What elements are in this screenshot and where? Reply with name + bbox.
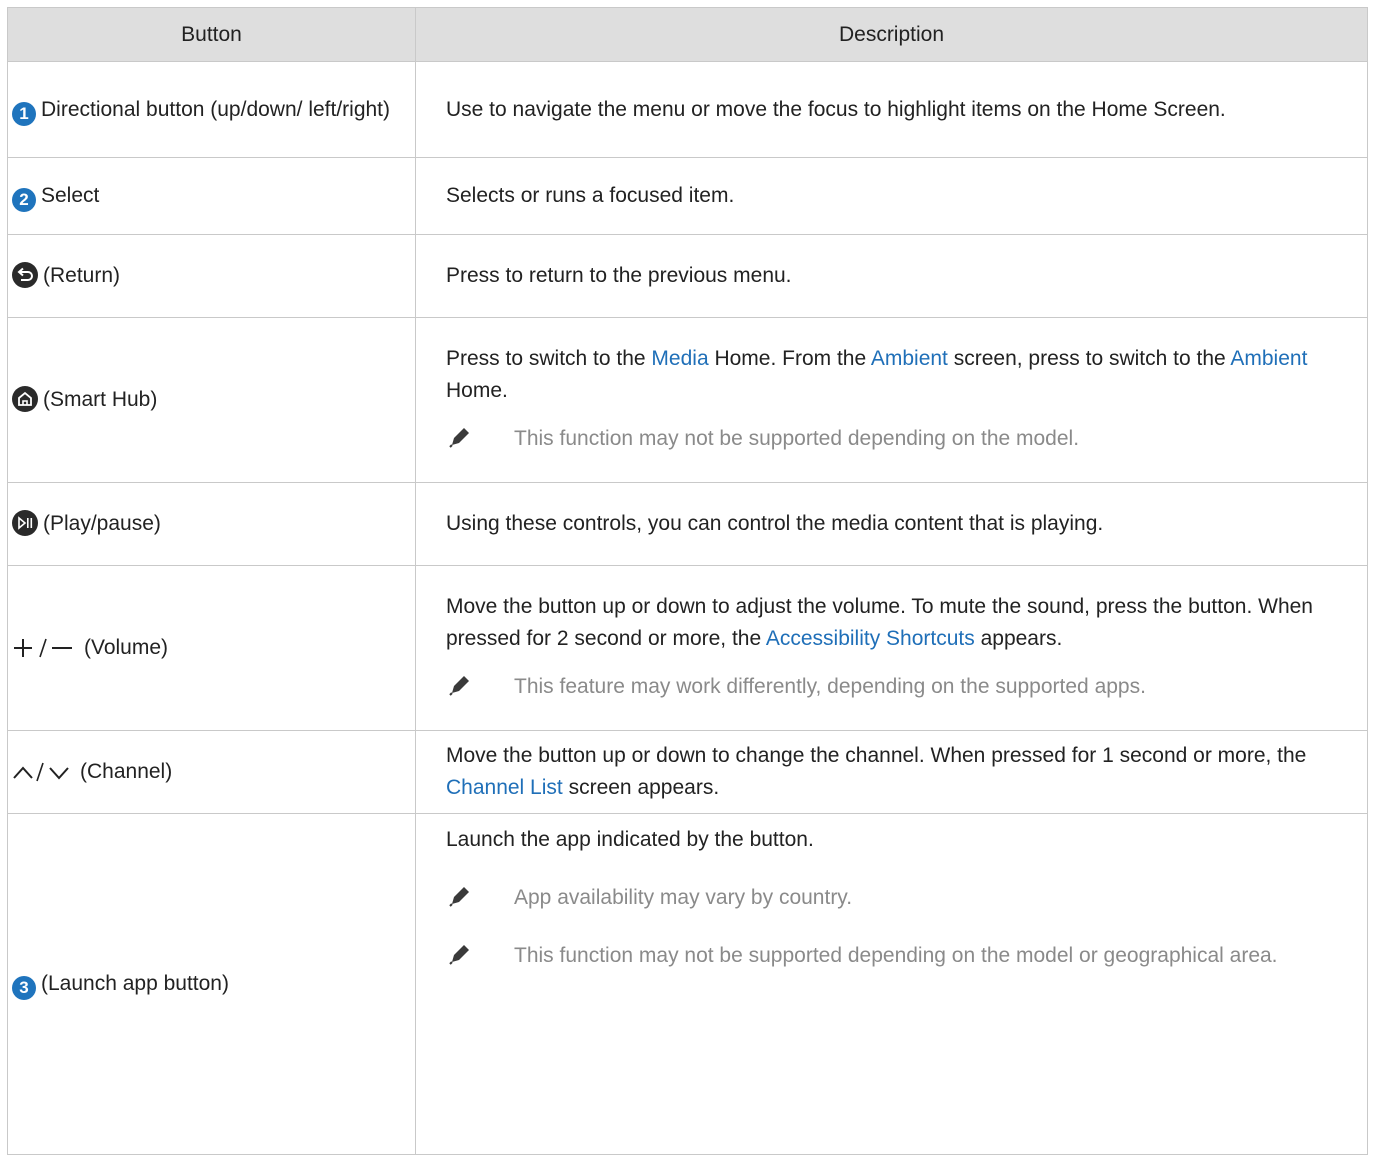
ambient-link: Ambient xyxy=(870,347,948,370)
note: App availability may vary by country. xyxy=(446,880,1349,916)
description-text: Move the button up or down to change the… xyxy=(446,744,1319,799)
play-pause-icon xyxy=(12,510,38,536)
accessibility-shortcuts-link: Accessibility Shortcuts xyxy=(765,627,975,650)
button-cell: (Channel) xyxy=(7,730,416,814)
ambient-link: Ambient xyxy=(1230,347,1308,370)
table-row: (Return) Press to return to the previous… xyxy=(7,234,1368,318)
note: This feature may work differently, depen… xyxy=(446,669,1349,705)
button-label: (Return) xyxy=(43,264,121,287)
note-text: This feature may work differently, depen… xyxy=(514,675,1146,698)
button-cell: (Return) xyxy=(7,234,416,318)
button-label: (Smart Hub) xyxy=(43,388,158,411)
button-cell: 2 Select xyxy=(7,157,416,235)
description-cell: Use to navigate the menu or move the foc… xyxy=(415,61,1368,158)
table-row: (Volume) Move the button up or down to a… xyxy=(7,565,1368,731)
button-cell: (Smart Hub) xyxy=(7,317,416,483)
button-label: (Play/pause) xyxy=(43,512,161,535)
volume-icon xyxy=(14,638,72,658)
media-link: Media xyxy=(651,347,709,370)
pencil-icon xyxy=(449,887,469,907)
note-text: This function may not be supported depen… xyxy=(514,427,1080,450)
table-row: 2 Select Selects or runs a focused item. xyxy=(7,157,1368,235)
note: This function may not be supported depen… xyxy=(446,938,1349,974)
description-text: Press to return to the previous menu. xyxy=(446,264,792,287)
button-cell: 1 Directional button (up/down/ left/right… xyxy=(7,61,416,158)
number-badge-2: 2 xyxy=(12,188,36,212)
table-row: 1 Directional button (up/down/ left/right… xyxy=(7,61,1368,158)
note-text: This function may not be supported depen… xyxy=(514,944,1278,967)
note-text: App availability may vary by country. xyxy=(514,886,853,909)
table-row: (Channel) Move the button up or down to … xyxy=(7,730,1368,814)
pencil-icon xyxy=(449,945,469,965)
description-cell: Using these controls, you can control th… xyxy=(415,482,1368,566)
return-icon xyxy=(12,262,38,288)
button-cell: 3 (Launch app button) xyxy=(7,813,416,1155)
description-cell: Move the button up or down to change the… xyxy=(415,730,1368,814)
description-cell: Selects or runs a focused item. xyxy=(415,157,1368,235)
description-text: Use to navigate the menu or move the foc… xyxy=(446,97,1226,121)
number-badge-1: 1 xyxy=(12,101,36,126)
button-label: Directional button (up/down/ left/right) xyxy=(41,97,391,121)
channel-icon xyxy=(13,762,69,782)
number-badge-3: 3 xyxy=(12,976,36,1000)
table-row: 3 (Launch app button) Launch the app indi… xyxy=(7,813,1368,1155)
description-cell: Press to return to the previous menu. xyxy=(415,234,1368,318)
home-icon xyxy=(12,386,38,412)
button-cell: (Play/pause) xyxy=(7,482,416,566)
button-label: (Channel) xyxy=(80,760,173,783)
button-label: Select xyxy=(41,184,100,207)
table-row: (Smart Hub) Press to switch to the Media… xyxy=(7,317,1368,483)
pencil-icon xyxy=(449,428,469,448)
description-text: Move the button up or down to adjust the… xyxy=(446,595,1313,650)
remote-buttons-table: Button Description 1 Directional button (… xyxy=(7,7,1368,1155)
description-cell: Launch the app indicated by the button. … xyxy=(415,813,1368,1155)
description-text: Selects or runs a focused item. xyxy=(446,184,735,207)
table-row: (Play/pause) Using these controls, you c… xyxy=(7,482,1368,566)
description-cell: Move the button up or down to adjust the… xyxy=(415,565,1368,731)
description-text: Press to switch to the Media Home. From … xyxy=(446,347,1308,402)
header-button: Button xyxy=(7,7,416,62)
channel-list-link: Channel List xyxy=(446,776,563,799)
button-label: (Launch app button) xyxy=(41,972,229,995)
note: This function may not be supported depen… xyxy=(446,421,1349,457)
description-text: Launch the app indicated by the button. xyxy=(446,828,814,851)
description-text: Using these controls, you can control th… xyxy=(446,512,1104,535)
button-cell: (Volume) xyxy=(7,565,416,731)
table-header-row: Button Description xyxy=(7,7,1368,62)
header-description: Description xyxy=(415,7,1368,62)
description-cell: Press to switch to the Media Home. From … xyxy=(415,317,1368,483)
button-label: (Volume) xyxy=(84,636,169,659)
pencil-icon xyxy=(449,676,469,696)
